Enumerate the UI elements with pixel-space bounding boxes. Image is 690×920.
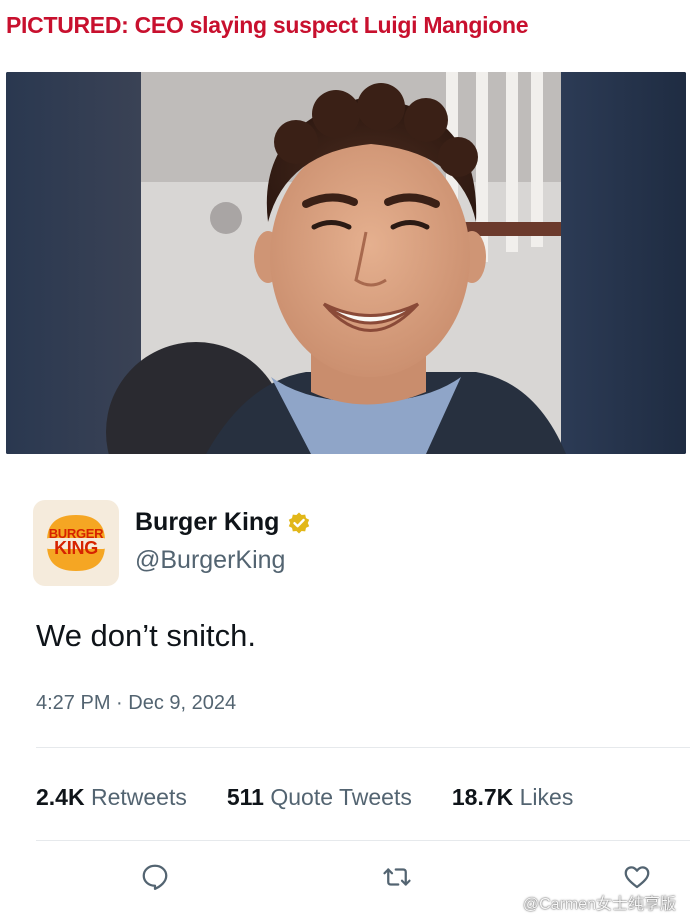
portrait-image	[6, 72, 686, 454]
reply-icon[interactable]	[140, 862, 170, 892]
retweets-count: 2.4K	[36, 784, 85, 810]
watermark-text: @Carmen女士纯享版	[522, 896, 676, 913]
retweets-stat[interactable]: 2.4K Retweets	[36, 784, 187, 811]
tweet-timestamp[interactable]: 4:27 PM · Dec 9, 2024	[36, 692, 236, 715]
weibo-icon	[501, 895, 518, 909]
likes-count: 18.7K	[451, 784, 514, 810]
like-icon[interactable]	[622, 862, 652, 892]
divider	[36, 747, 690, 748]
headline: PICTURED: CEO slaying suspect Luigi Mang…	[6, 12, 529, 38]
retweets-label: Retweets	[90, 784, 187, 810]
display-name-text[interactable]: Burger King	[135, 508, 279, 537]
tweet-text: We don’t snitch.	[36, 618, 256, 653]
divider	[36, 840, 690, 841]
weibo-watermark: @Carmen女士纯享版	[501, 890, 676, 914]
likes-label: Likes	[519, 784, 574, 810]
quote-tweets-label: Quote Tweets	[270, 784, 412, 810]
verified-badge-icon[interactable]	[287, 511, 311, 535]
news-photo	[6, 72, 686, 454]
tweet-stats: 2.4K Retweets 511 Quote Tweets 18.7K Lik…	[36, 784, 613, 811]
quote-tweets-count: 511	[226, 784, 264, 810]
burger-king-avatar[interactable]: BURGER KING	[33, 500, 119, 586]
retweet-icon[interactable]	[382, 862, 412, 892]
likes-stat[interactable]: 18.7K Likes	[452, 784, 573, 811]
quote-tweets-stat[interactable]: 511 Quote Tweets	[227, 784, 412, 811]
tweet-card[interactable]: BURGER KING Burger King @BurgerKing We d…	[0, 470, 690, 920]
user-handle[interactable]: @BurgerKing	[135, 546, 285, 575]
display-name[interactable]: Burger King	[135, 508, 311, 537]
logo-text-king: KING	[54, 538, 98, 558]
